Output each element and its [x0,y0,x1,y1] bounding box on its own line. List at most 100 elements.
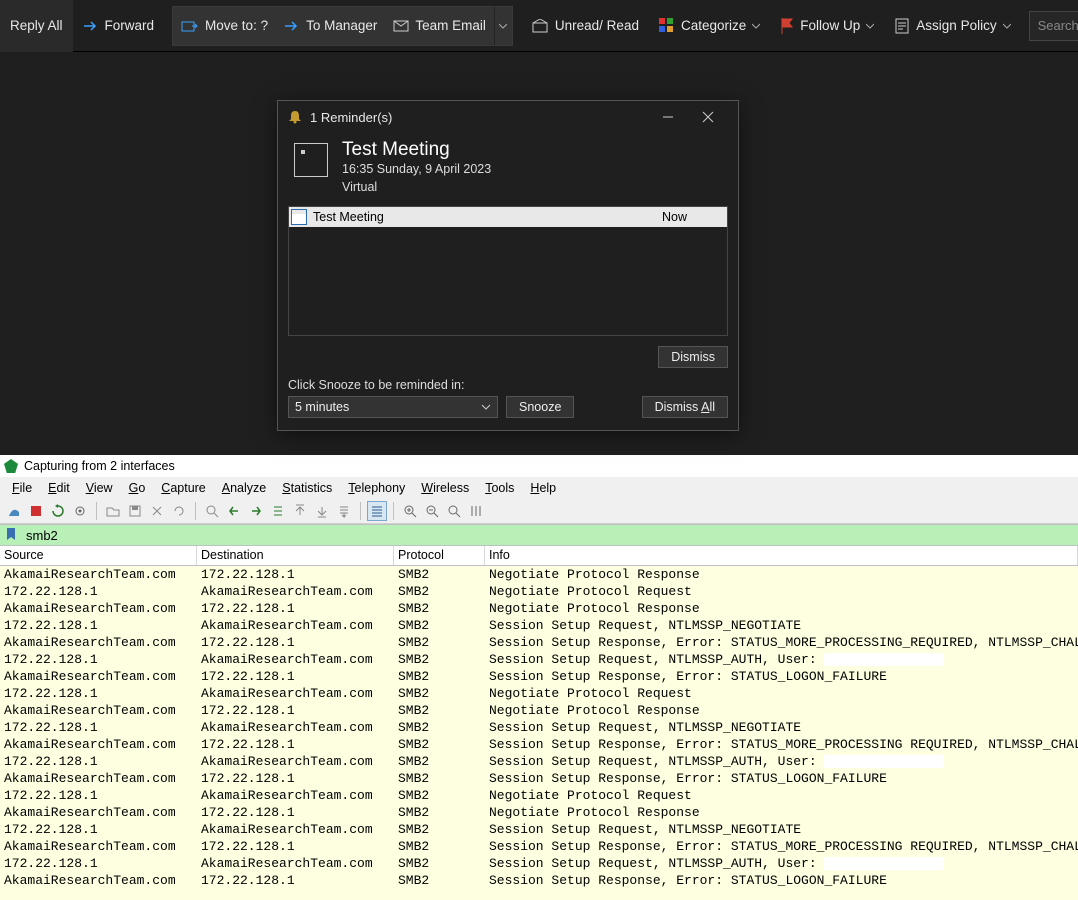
reply-all-button[interactable]: Reply All [0,0,73,52]
unread-read-label: Unread/ Read [555,18,639,33]
cell-info: Negotiate Protocol Response [485,600,1078,617]
packet-row[interactable]: 172.22.128.1AkamaiResearchTeam.comSMB2Ne… [0,787,1078,804]
packet-row[interactable]: AkamaiResearchTeam.com172.22.128.1SMB2Se… [0,634,1078,651]
auto-scroll-button[interactable] [334,501,354,521]
display-filter-input[interactable] [22,528,1078,543]
packet-row[interactable]: 172.22.128.1AkamaiResearchTeam.comSMB2Se… [0,651,1078,668]
close-file-button[interactable] [147,501,167,521]
forward-button[interactable]: Forward [73,0,165,52]
packet-row[interactable]: 172.22.128.1AkamaiResearchTeam.comSMB2Se… [0,821,1078,838]
restart-icon [51,504,65,518]
snooze-button[interactable]: Snooze [506,396,574,418]
header-protocol[interactable]: Protocol [394,546,485,565]
packet-row[interactable]: 172.22.128.1AkamaiResearchTeam.comSMB2Se… [0,617,1078,634]
packet-row[interactable]: 172.22.128.1AkamaiResearchTeam.comSMB2Se… [0,753,1078,770]
go-forward-button[interactable] [246,501,266,521]
reload-button[interactable] [169,501,189,521]
packet-row[interactable]: 172.22.128.1AkamaiResearchTeam.comSMB2Se… [0,719,1078,736]
stop-capture-button[interactable] [26,501,46,521]
close-button[interactable] [688,101,728,133]
restart-capture-button[interactable] [48,501,68,521]
cell-info: Session Setup Request, NTLMSSP_AUTH, Use… [485,855,1078,872]
categorize-button[interactable]: Categorize [649,0,770,52]
dismiss-label: Dismiss [671,350,715,364]
quick-steps-dropdown[interactable] [494,7,512,45]
save-icon [128,504,142,518]
save-file-button[interactable] [125,501,145,521]
dismiss-all-button[interactable]: Dismiss All [642,396,728,418]
header-info[interactable]: Info [485,546,1078,565]
packet-row[interactable]: AkamaiResearchTeam.com172.22.128.1SMB2Se… [0,872,1078,889]
calendar-icon [294,143,328,177]
packet-row[interactable]: AkamaiResearchTeam.com172.22.128.1SMB2Ne… [0,600,1078,617]
meeting-location-link[interactable]: Virtual [342,179,491,197]
find-packet-button[interactable] [202,501,222,521]
cell-source: AkamaiResearchTeam.com [0,838,197,855]
unread-read-button[interactable]: Unread/ Read [521,0,649,52]
menu-analyze[interactable]: Analyze [214,481,274,495]
menu-file[interactable]: File [4,481,40,495]
reminder-list[interactable]: Test Meeting Now [288,206,728,336]
colorize-button[interactable] [367,501,387,521]
snooze-duration-select[interactable]: 5 minutes [288,396,498,418]
reminder-list-item[interactable]: Test Meeting Now [289,207,727,227]
cell-source: AkamaiResearchTeam.com [0,736,197,753]
follow-up-button[interactable]: Follow Up [770,0,884,52]
go-to-packet-button[interactable] [268,501,288,521]
start-capture-button[interactable] [4,501,24,521]
toolbar-separator [360,502,361,520]
menu-wireless[interactable]: Wireless [413,481,477,495]
packet-row[interactable]: AkamaiResearchTeam.com172.22.128.1SMB2Se… [0,770,1078,787]
open-file-button[interactable] [103,501,123,521]
reminder-dialog: 1 Reminder(s) Test Meeting 16:35 Sunday,… [277,100,739,431]
cell-info: Session Setup Request, NTLMSSP_NEGOTIATE [485,719,1078,736]
cell-info: Session Setup Request, NTLMSSP_NEGOTIATE [485,617,1078,634]
cell-protocol: SMB2 [394,821,485,838]
go-last-button[interactable] [312,501,332,521]
packet-row[interactable]: AkamaiResearchTeam.com172.22.128.1SMB2Ne… [0,804,1078,821]
reminder-item-due: Now [662,210,727,224]
minimize-button[interactable] [648,101,688,133]
cell-info: Negotiate Protocol Request [485,685,1078,702]
move-to-button[interactable]: Move to: ? [173,7,276,45]
arrow-down-bar-icon [315,504,329,518]
menu-statistics[interactable]: Statistics [274,481,340,495]
cell-info: Session Setup Request, NTLMSSP_AUTH, Use… [485,651,1078,668]
resize-columns-button[interactable] [466,501,486,521]
cell-protocol: SMB2 [394,804,485,821]
zoom-in-button[interactable] [400,501,420,521]
packet-row[interactable]: AkamaiResearchTeam.com172.22.128.1SMB2Ne… [0,566,1078,583]
packet-row[interactable]: 172.22.128.1AkamaiResearchTeam.comSMB2Se… [0,855,1078,872]
header-destination[interactable]: Destination [197,546,394,565]
header-source[interactable]: Source [0,546,197,565]
go-first-button[interactable] [290,501,310,521]
packet-row[interactable]: 172.22.128.1AkamaiResearchTeam.comSMB2Ne… [0,583,1078,600]
search-people-input[interactable]: Search Pe [1029,11,1078,41]
assign-policy-button[interactable]: Assign Policy [884,0,1020,52]
packet-row[interactable]: AkamaiResearchTeam.com172.22.128.1SMB2Se… [0,736,1078,753]
packet-row[interactable]: AkamaiResearchTeam.com172.22.128.1SMB2Se… [0,668,1078,685]
cell-protocol: SMB2 [394,753,485,770]
team-email-button[interactable]: Team Email [385,7,494,45]
to-manager-button[interactable]: To Manager [276,7,385,45]
menu-view[interactable]: View [78,481,121,495]
menu-tools[interactable]: Tools [477,481,522,495]
zoom-out-button[interactable] [422,501,442,521]
menu-help[interactable]: Help [522,481,564,495]
menu-capture[interactable]: Capture [153,481,213,495]
go-back-button[interactable] [224,501,244,521]
menu-go[interactable]: Go [121,481,154,495]
filter-bookmark-icon[interactable] [2,526,20,544]
capture-options-button[interactable] [70,501,90,521]
packet-row[interactable]: 172.22.128.1AkamaiResearchTeam.comSMB2Ne… [0,685,1078,702]
packet-row[interactable]: AkamaiResearchTeam.com172.22.128.1SMB2Ne… [0,702,1078,719]
dismiss-button[interactable]: Dismiss [658,346,728,368]
menu-edit[interactable]: Edit [40,481,78,495]
cell-protocol: SMB2 [394,872,485,889]
packet-row[interactable]: AkamaiResearchTeam.com172.22.128.1SMB2Se… [0,838,1078,855]
menu-telephony[interactable]: Telephony [340,481,413,495]
packet-list[interactable]: AkamaiResearchTeam.com172.22.128.1SMB2Ne… [0,566,1078,900]
zoom-reset-button[interactable] [444,501,464,521]
folder-move-icon [181,19,199,33]
cell-info: Session Setup Response, Error: STATUS_LO… [485,872,1078,889]
